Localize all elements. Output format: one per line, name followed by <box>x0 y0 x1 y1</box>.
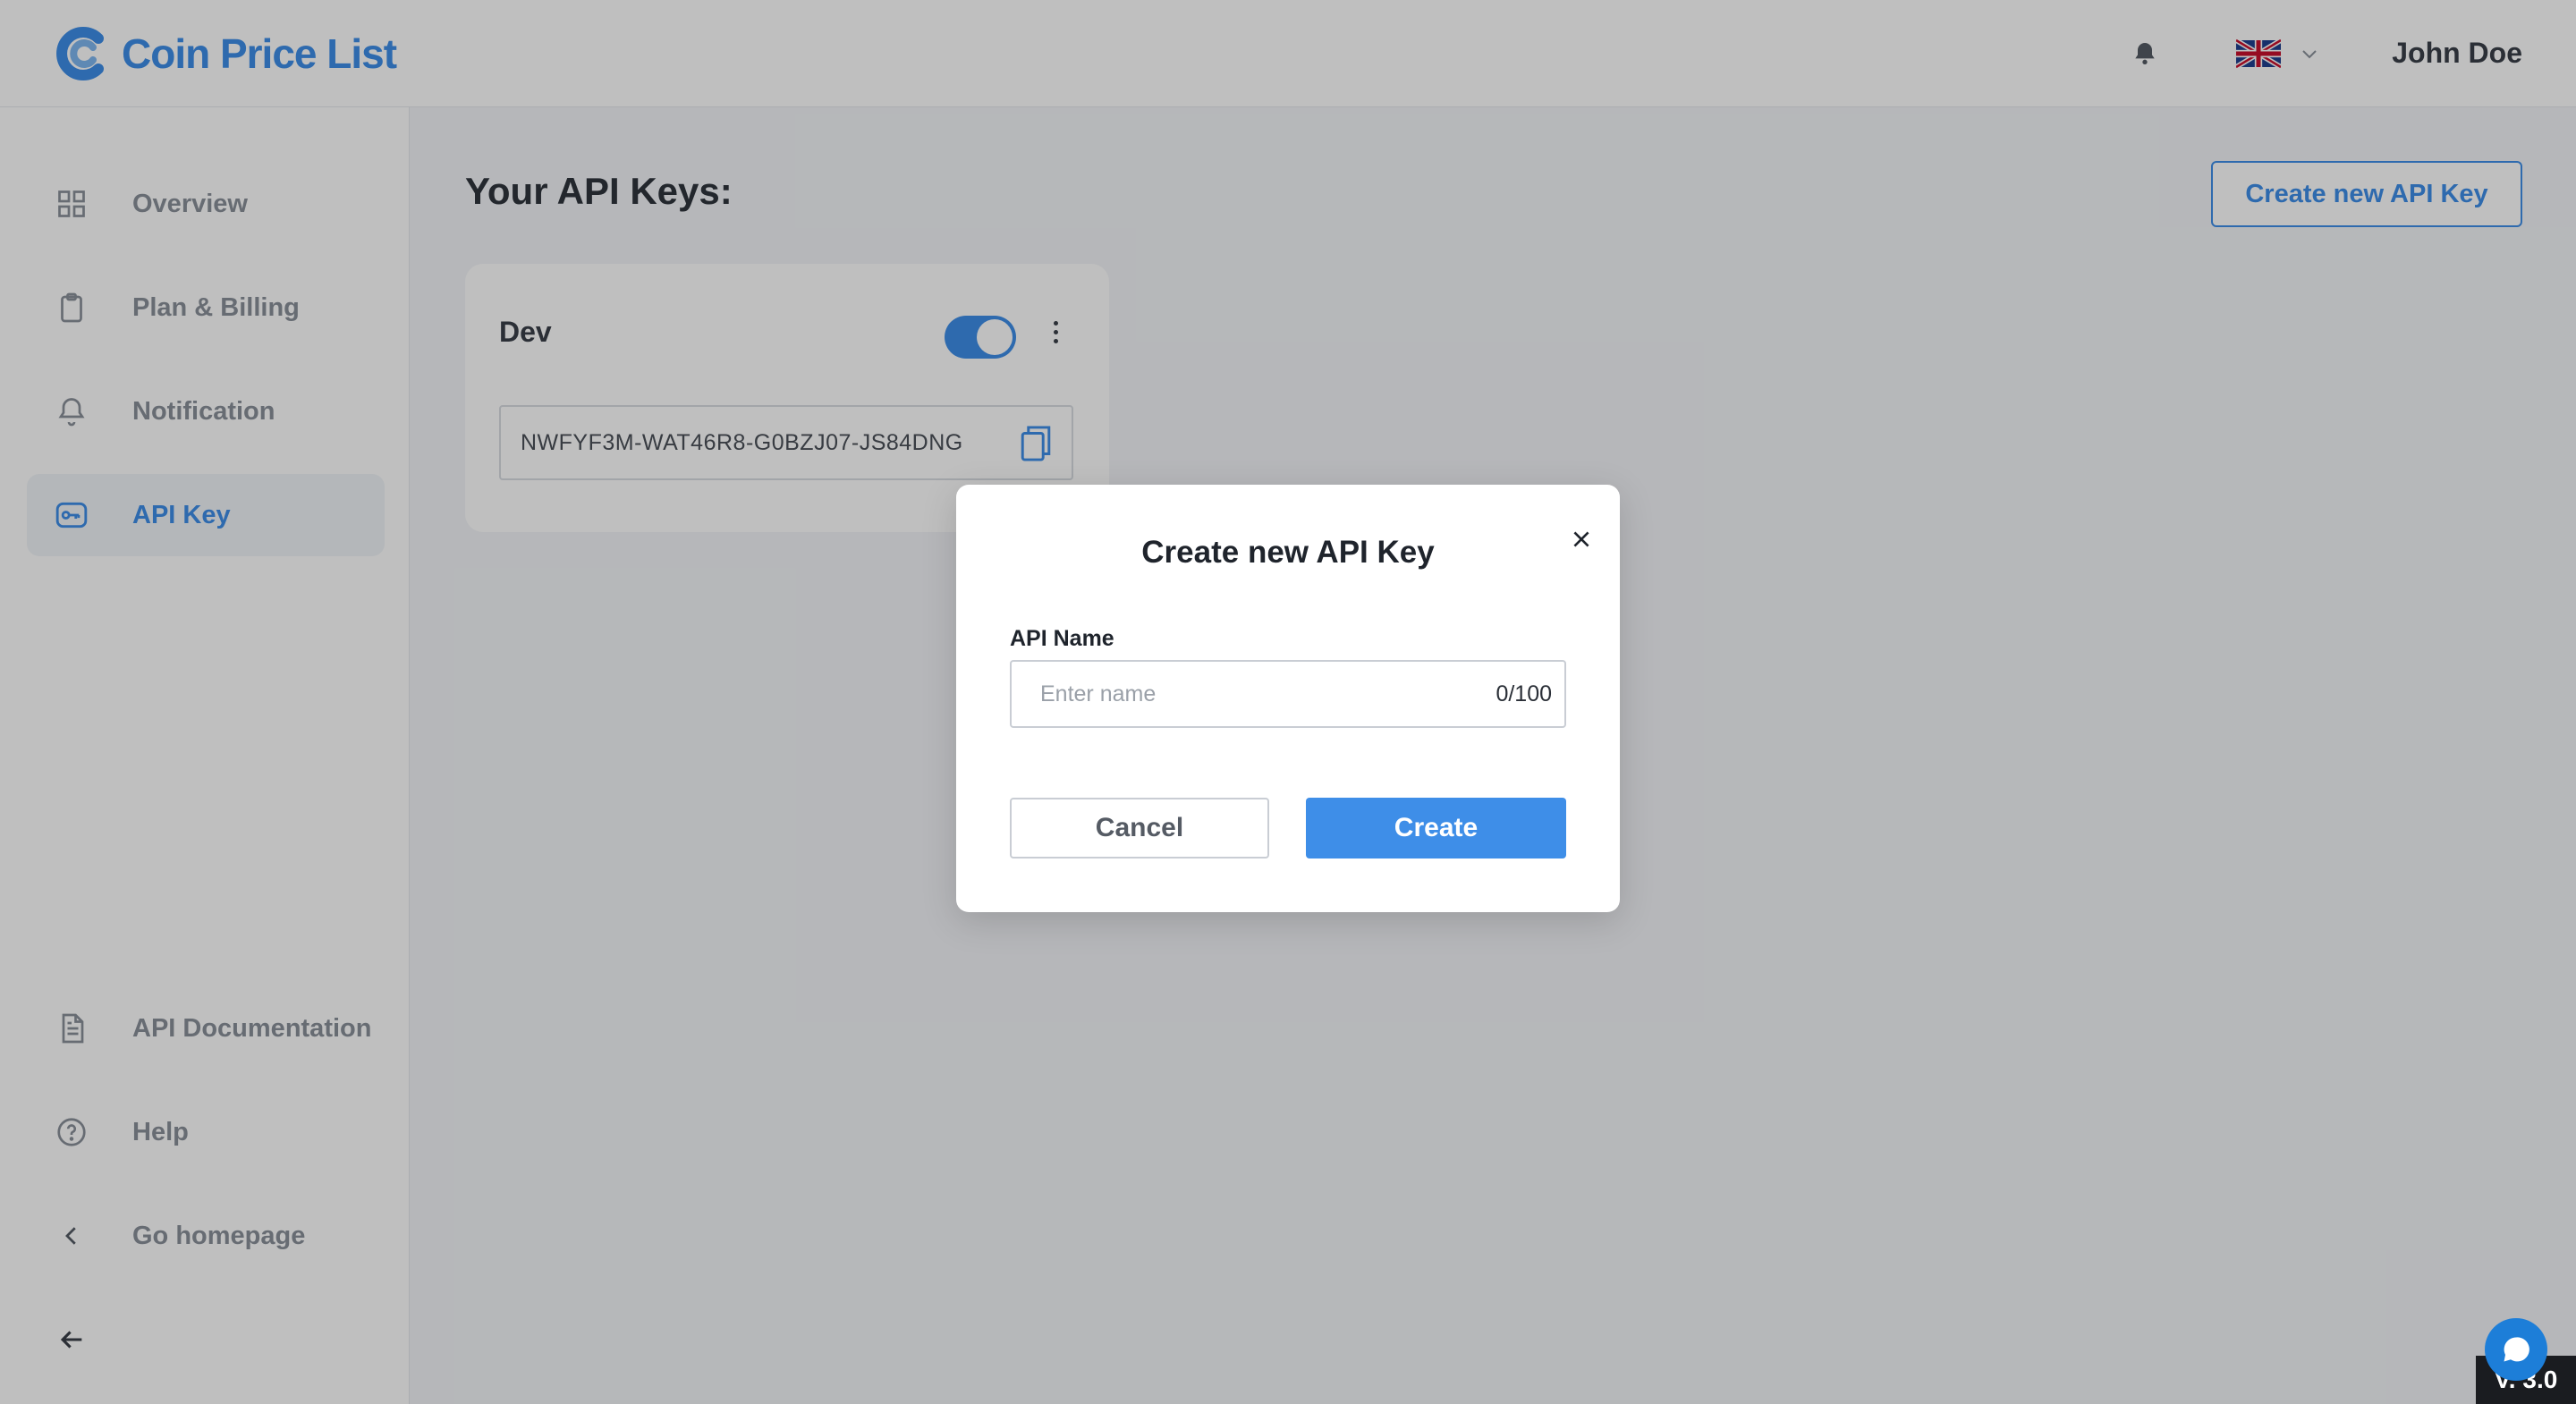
create-button[interactable]: Create <box>1306 798 1566 858</box>
app: Coin Price List John Doe Overview Plan &… <box>0 0 2576 1404</box>
chat-button[interactable] <box>2485 1318 2547 1381</box>
create-api-key-modal: Create new API Key API Name 0/100 Cancel… <box>956 485 1620 912</box>
chat-bubble-icon <box>2504 1337 2529 1362</box>
api-name-label: API Name <box>1010 626 1114 651</box>
cancel-button[interactable]: Cancel <box>1010 798 1269 858</box>
modal-title: Create new API Key <box>1141 535 1435 570</box>
close-icon[interactable] <box>1561 519 1602 560</box>
api-name-input-wrapper: 0/100 <box>1010 660 1566 728</box>
character-counter: 0/100 <box>1496 681 1552 706</box>
api-name-input[interactable] <box>1012 662 1496 726</box>
